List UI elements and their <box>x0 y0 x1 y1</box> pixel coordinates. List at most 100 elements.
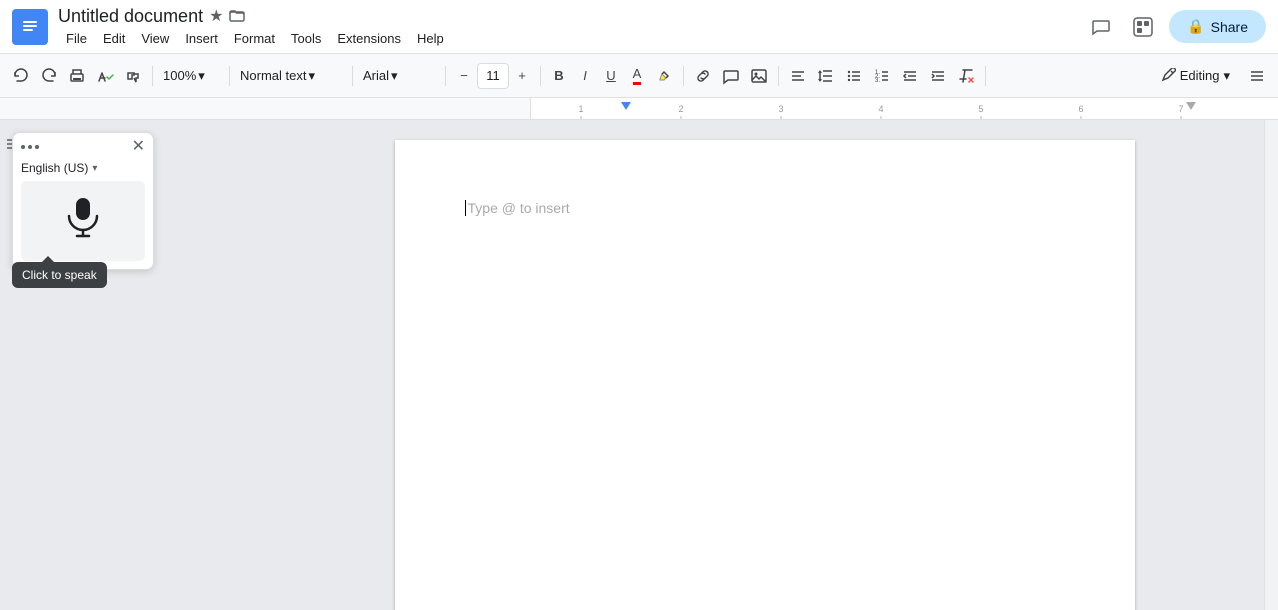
star-icon[interactable]: ★ <box>209 6 223 26</box>
voice-tooltip-text: Click to speak <box>22 268 97 282</box>
text-color-button[interactable]: A <box>625 61 649 91</box>
divider-5 <box>540 66 541 86</box>
placeholder-text: Type @ to insert <box>468 200 570 216</box>
svg-text:6: 6 <box>1078 104 1083 114</box>
collab-button[interactable] <box>1127 11 1159 43</box>
font-chevron: ▾ <box>391 68 398 84</box>
doc-page[interactable]: Type @ to insert <box>395 140 1135 610</box>
menu-tools[interactable]: Tools <box>283 29 329 48</box>
font-size-increase[interactable]: + <box>510 61 534 91</box>
voice-widget-dots <box>21 145 39 149</box>
doc-title-area: Untitled document ★ File Edit View Inser… <box>58 6 1085 48</box>
svg-text:2: 2 <box>678 104 683 114</box>
mic-icon <box>61 194 105 248</box>
decrease-indent-button[interactable] <box>897 61 923 91</box>
editing-mode-select[interactable]: Editing ▾ <box>1152 64 1238 88</box>
main-area: ✕ English (US) ▾ Click to speak <box>0 120 1278 610</box>
paint-format-button[interactable] <box>120 61 146 91</box>
voice-lang-chevron: ▾ <box>92 163 97 174</box>
sidebar-area: ✕ English (US) ▾ Click to speak <box>0 120 265 610</box>
svg-text:3: 3 <box>778 104 783 114</box>
divider-2 <box>229 66 230 86</box>
svg-text:7: 7 <box>1178 104 1183 114</box>
voice-lang-label: English (US) <box>21 161 88 175</box>
title-bar-right: 🔒 Share <box>1085 10 1266 43</box>
clear-formatting-button[interactable] <box>953 61 979 91</box>
menu-extensions[interactable]: Extensions <box>329 29 409 48</box>
spellcheck-button[interactable] <box>92 61 118 91</box>
divider-7 <box>778 66 779 86</box>
title-bar: Untitled document ★ File Edit View Inser… <box>0 0 1278 54</box>
menu-file[interactable]: File <box>58 29 95 48</box>
increase-indent-button[interactable] <box>925 61 951 91</box>
toolbar: 100% ▾ Normal text ▾ Arial ▾ − 11 + B I … <box>0 54 1278 98</box>
folder-icon[interactable] <box>229 8 245 25</box>
share-lock-icon: 🔒 <box>1187 18 1204 35</box>
share-label: Share <box>1211 19 1248 35</box>
align-button[interactable] <box>785 61 811 91</box>
font-size-input[interactable]: 11 <box>477 63 509 89</box>
comment-button[interactable] <box>1085 11 1117 43</box>
bold-button[interactable]: B <box>547 61 571 91</box>
zoom-value: 100% <box>163 68 196 83</box>
divider-3 <box>352 66 353 86</box>
divider-4 <box>445 66 446 86</box>
voice-mic-button[interactable] <box>21 181 145 261</box>
doc-title-row: Untitled document ★ <box>58 6 1085 27</box>
zoom-chevron: ▾ <box>198 68 205 84</box>
menu-bar: File Edit View Insert Format Tools Exten… <box>58 29 1085 48</box>
menu-insert[interactable]: Insert <box>177 29 226 48</box>
svg-text:4: 4 <box>878 104 883 114</box>
italic-button[interactable]: I <box>573 61 597 91</box>
numbered-list-button[interactable]: 1.2.3. <box>869 61 895 91</box>
style-chevron: ▾ <box>308 68 315 84</box>
dot-1 <box>21 145 25 149</box>
svg-text:3.: 3. <box>875 78 880 84</box>
print-button[interactable] <box>64 61 90 91</box>
dot-2 <box>28 145 32 149</box>
list-button[interactable] <box>841 61 867 91</box>
divider-6 <box>683 66 684 86</box>
menu-edit[interactable]: Edit <box>95 29 133 48</box>
svg-text:5: 5 <box>978 104 983 114</box>
menu-view[interactable]: View <box>133 29 177 48</box>
doc-placeholder: Type @ to insert <box>465 200 570 216</box>
ruler-content: 1 2 3 4 5 6 7 <box>530 98 1278 119</box>
divider-8 <box>985 66 986 86</box>
menu-format[interactable]: Format <box>226 29 283 48</box>
app-logo <box>12 9 48 45</box>
comment-inline-button[interactable] <box>718 61 744 91</box>
doc-title[interactable]: Untitled document <box>58 6 203 27</box>
undo-button[interactable] <box>8 61 34 91</box>
svg-text:1: 1 <box>578 104 583 114</box>
voice-widget: ✕ English (US) ▾ <box>12 132 154 270</box>
voice-close-button[interactable]: ✕ <box>132 139 145 155</box>
font-size-area: − 11 + <box>452 61 534 91</box>
font-size-decrease[interactable]: − <box>452 61 476 91</box>
link-button[interactable] <box>690 61 716 91</box>
redo-button[interactable] <box>36 61 62 91</box>
share-button[interactable]: 🔒 Share <box>1169 10 1266 43</box>
menu-help[interactable]: Help <box>409 29 452 48</box>
editing-mode-chevron: ▾ <box>1223 68 1230 84</box>
style-select[interactable]: Normal text ▾ <box>236 61 346 91</box>
highlight-button[interactable] <box>651 61 677 91</box>
more-options-button[interactable] <box>1244 61 1270 91</box>
image-button[interactable] <box>746 61 772 91</box>
voice-lang-select[interactable]: English (US) ▾ <box>13 159 153 181</box>
voice-widget-header: ✕ <box>13 133 153 159</box>
line-spacing-button[interactable] <box>813 61 839 91</box>
underline-button[interactable]: U <box>599 61 623 91</box>
zoom-select[interactable]: 100% ▾ <box>159 61 223 91</box>
divider-1 <box>152 66 153 86</box>
voice-tooltip: Click to speak <box>12 262 107 288</box>
text-cursor <box>465 200 466 216</box>
style-value: Normal text <box>240 68 306 83</box>
editing-mode-label: Editing <box>1180 68 1220 83</box>
dot-3 <box>35 145 39 149</box>
scrollbar-area[interactable] <box>1264 120 1278 610</box>
font-select[interactable]: Arial ▾ <box>359 61 439 91</box>
ruler: 1 2 3 4 5 6 7 <box>0 98 1278 120</box>
font-value: Arial <box>363 68 389 83</box>
doc-area[interactable]: Type @ to insert <box>265 120 1264 610</box>
